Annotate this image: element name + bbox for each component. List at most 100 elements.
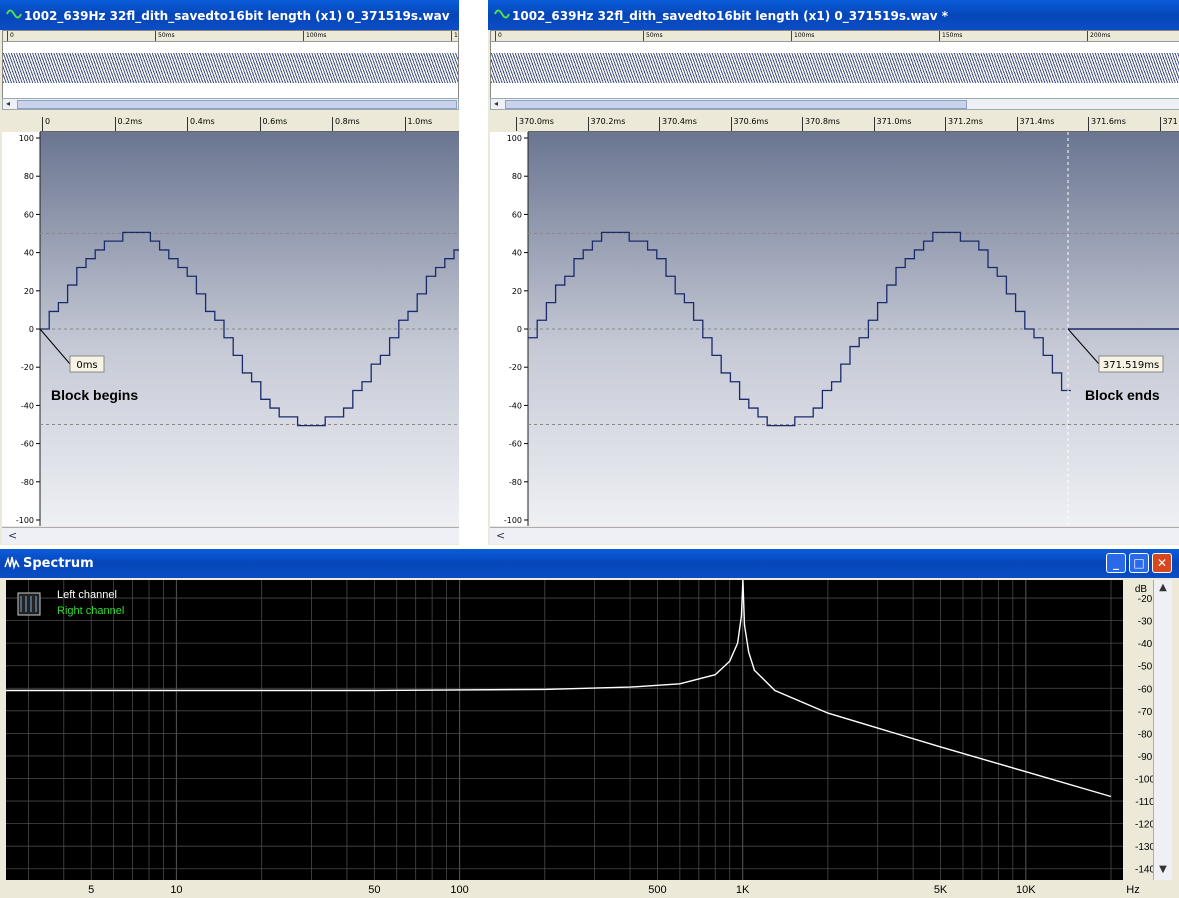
db-tick-label: -140: [1135, 865, 1153, 876]
left-overview-waveform: [3, 53, 458, 83]
scroll-down-icon[interactable]: ▼: [1154, 864, 1172, 875]
minimize-button[interactable]: _: [1106, 553, 1126, 573]
spectrum-plot[interactable]: Left channelRight channeldB-20-30-40-50-…: [4, 580, 1153, 898]
time-tick-label: 1.0ms: [404, 117, 432, 131]
db-tick-label: -60: [1138, 684, 1153, 695]
right-scroll-thumb[interactable]: [505, 100, 967, 109]
y-tick-label: -60: [21, 440, 34, 449]
left-overview[interactable]: 0 50ms 100ms 150: [2, 30, 459, 102]
left-title-bar[interactable]: 1002_639Hz 32fl_dith_savedto16bit length…: [0, 0, 459, 30]
hz-tick-label: 5K: [934, 884, 948, 896]
overview-tick-label: 50ms: [643, 31, 663, 41]
waveform-icon: [494, 9, 510, 19]
spectrum-background: [6, 580, 1123, 880]
y-tick-label: 40: [24, 249, 34, 258]
close-button[interactable]: ✕: [1152, 553, 1172, 573]
left-overview-ruler: 0 50ms 100ms 150: [3, 31, 458, 42]
y-tick-label: -100: [504, 516, 522, 525]
hz-tick-label: 500: [648, 884, 666, 896]
db-tick-label: -120: [1135, 820, 1153, 831]
y-axis-panel: [490, 132, 528, 526]
y-tick-label: 20: [24, 287, 34, 296]
y-tick-label: 100: [507, 134, 522, 143]
overview-tick-label: 200ms: [1087, 31, 1110, 41]
hz-tick-label: 50: [368, 884, 380, 896]
waveform-icon: [6, 9, 22, 19]
time-tick-label: 371.0ms: [873, 117, 911, 131]
left-overview-scrollbar[interactable]: ◂: [2, 98, 459, 110]
db-tick-label: -40: [1138, 639, 1153, 650]
left-window-title: 1002_639Hz 32fl_dith_savedto16bit length…: [24, 9, 450, 23]
db-tick-label: -100: [1135, 774, 1153, 785]
time-tick-label: 371.2ms: [945, 117, 983, 131]
time-tick-label: 370.8ms: [802, 117, 840, 131]
right-overview[interactable]: 0 50ms 100ms 150ms 200ms: [490, 30, 1179, 102]
y-tick-label: 60: [24, 210, 34, 219]
y-tick-label: 0: [29, 325, 34, 334]
spectrum-icon: [4, 556, 20, 570]
time-tick-label: 370.0ms: [516, 117, 554, 131]
y-tick-label: -80: [509, 478, 522, 487]
db-tick-label: -20: [1138, 594, 1153, 605]
hz-tick-label: 10K: [1016, 884, 1036, 896]
y-tick-label: 80: [512, 172, 522, 181]
scroll-up-icon[interactable]: ▲: [1154, 582, 1172, 593]
marker-label: 371.519ms: [1103, 360, 1159, 371]
y-tick-label: -60: [509, 440, 522, 449]
time-tick-label: 0.2ms: [114, 117, 142, 131]
time-tick-label: 0.4ms: [187, 117, 215, 131]
left-waveform-svg: 100 80 60 40 20 0 -20 -40 -60 -80 -100 0ms Block beg…: [2, 132, 459, 526]
scroll-left-icon[interactable]: <: [496, 528, 505, 544]
hz-tick-label: 10: [170, 884, 182, 896]
overview-tick-label: 50ms: [155, 31, 175, 41]
left-time-ruler: 0 0.2ms 0.4ms 0.6ms 0.8ms 1.0ms: [40, 115, 459, 132]
y-tick-label: 100: [19, 134, 34, 143]
overview-tick-label: 0: [7, 31, 14, 41]
db-tick-label: -70: [1138, 707, 1153, 718]
db-tick-label: -50: [1138, 662, 1153, 673]
right-overview-waveform: [491, 53, 1179, 83]
right-title-bar[interactable]: 1002_639Hz 32fl_dith_savedto16bit length…: [488, 0, 1179, 30]
right-overview-ruler: 0 50ms 100ms 150ms 200ms: [491, 31, 1179, 42]
db-tick-label: -80: [1138, 729, 1153, 740]
y-tick-label: 60: [512, 210, 522, 219]
db-tick-label: -90: [1138, 752, 1153, 763]
block-annotation: Block begins: [51, 387, 138, 403]
y-tick-label: 40: [512, 249, 522, 258]
left-waveform-plot[interactable]: 100 80 60 40 20 0 -20 -40 -60 -80 -100 0ms Block beg…: [2, 132, 459, 526]
right-waveform-plot[interactable]: 100 80 60 40 20 0 -20 -40 -60 -80 -100 371.519ms Blo…: [490, 132, 1179, 526]
hz-tick-label: 100: [450, 884, 468, 896]
time-tick-label: 371: [1159, 117, 1178, 131]
left-waveform-window: 1002_639Hz 32fl_dith_savedto16bit length…: [0, 0, 459, 545]
y-tick-label: 0: [517, 325, 522, 334]
spectrum-window-title: Spectrum: [23, 556, 94, 571]
scroll-left-icon[interactable]: <: [8, 528, 17, 544]
y-axis-panel: [2, 132, 40, 526]
maximize-button[interactable]: □: [1129, 553, 1149, 573]
y-tick-label: -40: [21, 401, 34, 410]
left-scroll-thumb[interactable]: [17, 100, 457, 109]
time-tick-label: 0.6ms: [259, 117, 287, 131]
y-tick-label: -20: [509, 363, 522, 372]
hz-axis-label: Hz: [1126, 884, 1139, 896]
marker-label: 0ms: [76, 360, 97, 371]
right-bottom-scrollbar[interactable]: <: [490, 527, 1179, 544]
hz-tick-label: 5: [88, 884, 94, 896]
overview-tick-label: 100ms: [791, 31, 814, 41]
spectrum-title-bar[interactable]: Spectrum _ □ ✕: [0, 549, 1179, 578]
y-tick-label: -40: [509, 401, 522, 410]
db-tick-label: -30: [1138, 617, 1153, 628]
y-tick-label: 80: [24, 172, 34, 181]
right-time-ruler: 370.0ms 370.2ms 370.4ms 370.6ms 370.8ms 371.0…: [516, 115, 1179, 132]
overview-tick-label: 150: [451, 31, 458, 41]
scroll-left-icon[interactable]: ◂: [3, 99, 13, 109]
right-overview-scrollbar[interactable]: ◂: [490, 98, 1179, 110]
spectrum-vertical-scrollbar[interactable]: ▲ ▼: [1153, 580, 1172, 880]
time-tick-label: 370.4ms: [659, 117, 697, 131]
left-bottom-scrollbar[interactable]: <: [2, 527, 459, 544]
db-tick-label: -130: [1135, 842, 1153, 853]
overview-tick-label: 150ms: [939, 31, 962, 41]
time-tick-label: 371.4ms: [1016, 117, 1054, 131]
scroll-left-icon[interactable]: ◂: [491, 99, 501, 109]
hz-tick-label: 1K: [736, 884, 750, 896]
